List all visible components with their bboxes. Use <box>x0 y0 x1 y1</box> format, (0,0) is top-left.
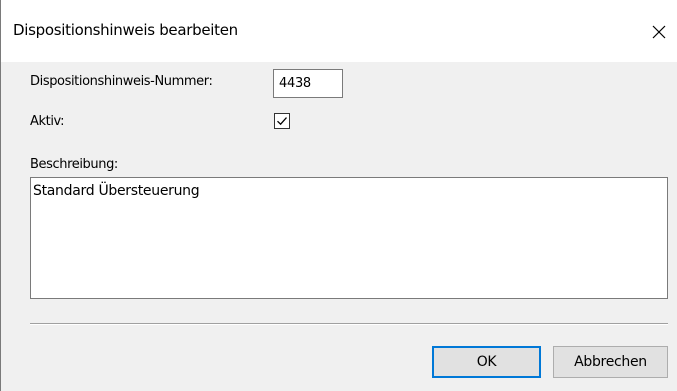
nummer-input[interactable]: 4438 <box>273 69 343 98</box>
nummer-label: Dispositionshinweis-Nummer: <box>30 74 213 89</box>
close-button[interactable] <box>645 18 673 46</box>
cancel-button[interactable]: Abbrechen <box>553 346 668 378</box>
aktiv-label: Aktiv: <box>30 114 65 129</box>
close-icon <box>652 25 666 39</box>
title-bar: Dispositionshinweis bearbeiten <box>1 0 677 62</box>
separator-line <box>30 323 668 325</box>
ok-button[interactable]: OK <box>432 346 541 378</box>
beschreibung-label: Beschreibung: <box>30 157 118 172</box>
beschreibung-textarea[interactable]: Standard Übersteuerung <box>30 177 668 299</box>
aktiv-checkbox[interactable] <box>274 113 290 129</box>
dialog-window: Dispositionshinweis bearbeiten Dispositi… <box>0 0 677 391</box>
window-title: Dispositionshinweis bearbeiten <box>13 21 238 39</box>
checkmark-icon <box>277 117 287 126</box>
